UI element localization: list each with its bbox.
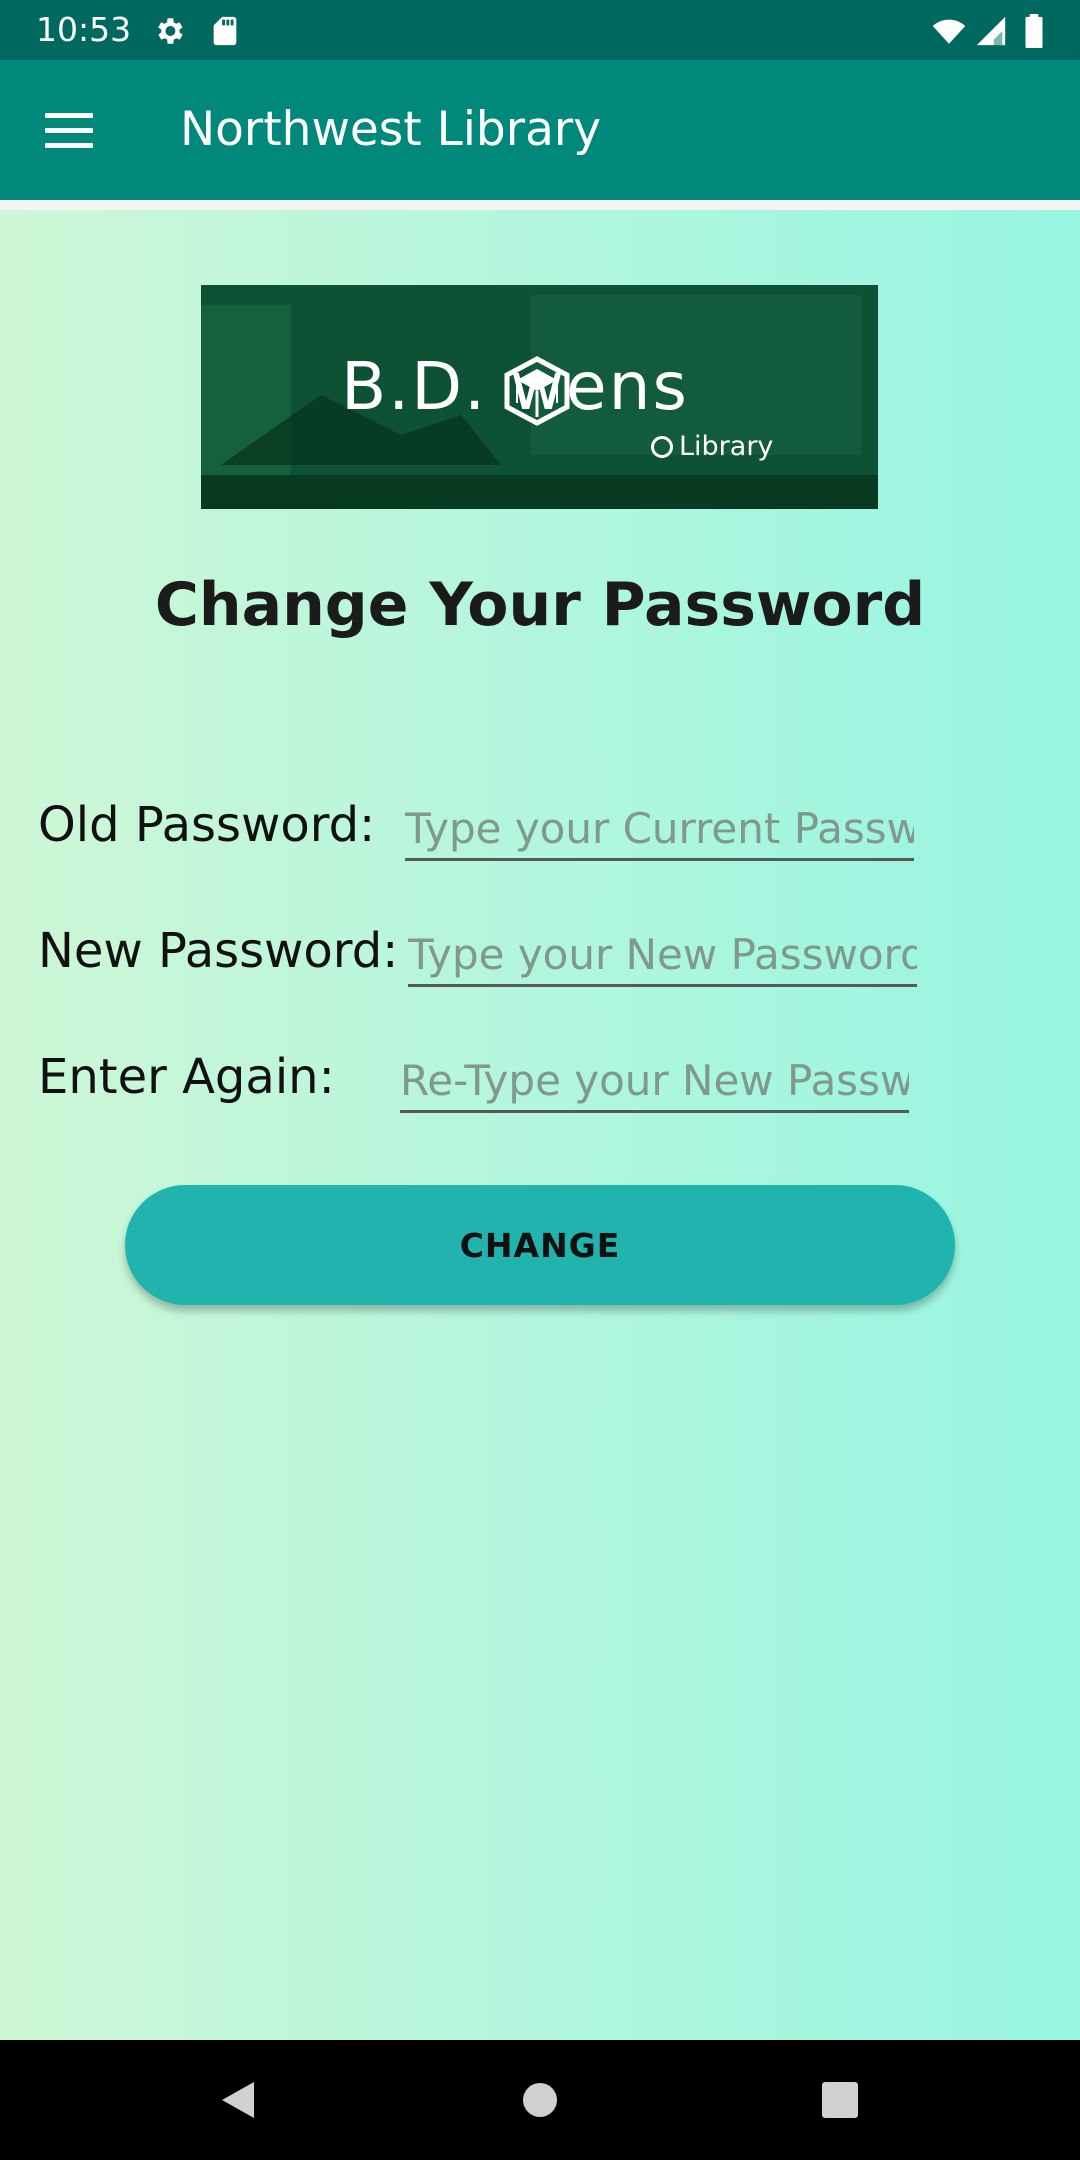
recents-icon[interactable] bbox=[810, 2070, 870, 2130]
app-title: Northwest Library bbox=[180, 102, 602, 157]
new-password-label: New Password: bbox=[38, 923, 399, 979]
sd-card-icon bbox=[213, 16, 237, 46]
old-password-input[interactable] bbox=[405, 798, 914, 861]
page-title: Change Your Password bbox=[154, 570, 926, 640]
status-time: 10:53 bbox=[36, 10, 132, 49]
battery-icon bbox=[1025, 14, 1043, 48]
confirm-password-input[interactable] bbox=[400, 1050, 909, 1113]
owens-cube-logo bbox=[504, 356, 570, 426]
banner-subtitle: Library bbox=[651, 431, 773, 462]
navigation-bar bbox=[0, 2040, 1080, 2160]
hamburger-menu-icon[interactable] bbox=[36, 102, 102, 158]
old-password-label: Old Password: bbox=[38, 797, 376, 853]
signal-icon bbox=[976, 16, 1006, 46]
confirm-password-label: Enter Again: bbox=[38, 1049, 335, 1105]
library-banner: B.D. wens Library bbox=[201, 285, 878, 509]
settings-icon bbox=[158, 18, 183, 44]
main-content: B.D. wens Library Change Your Password O… bbox=[0, 210, 1080, 2040]
change-button[interactable]: CHANGE bbox=[125, 1185, 955, 1305]
new-password-input[interactable] bbox=[408, 924, 917, 987]
wifi-icon bbox=[932, 19, 966, 44]
app-bar: Northwest Library bbox=[0, 60, 1080, 200]
seal-icon bbox=[651, 435, 673, 458]
home-icon[interactable] bbox=[510, 2070, 570, 2130]
back-icon[interactable] bbox=[208, 2070, 268, 2130]
banner-subtitle-text: Library bbox=[679, 431, 774, 462]
status-bar: 10:53 bbox=[0, 0, 1080, 60]
divider bbox=[0, 200, 1080, 210]
